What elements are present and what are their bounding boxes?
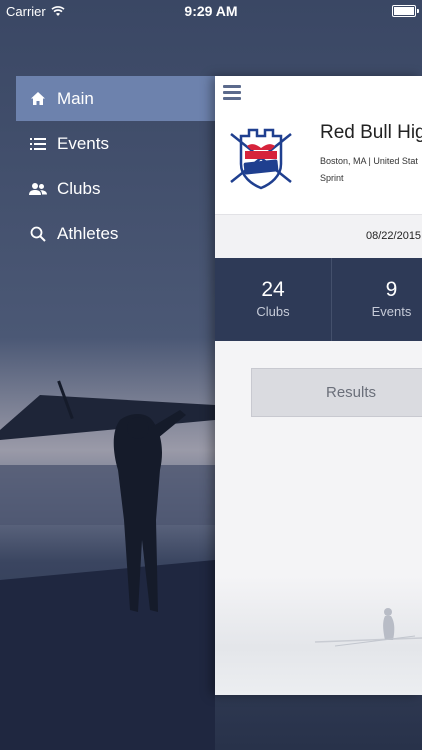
stat-value: 24 — [261, 278, 285, 301]
menu-item-athletes[interactable]: Athletes — [16, 211, 216, 256]
stat-label: Clubs — [256, 304, 290, 319]
menu-item-main[interactable]: Main — [16, 76, 216, 121]
menu-item-label: Athletes — [57, 223, 119, 243]
search-icon — [29, 225, 47, 243]
event-stats: 24 Clubs 9 Events — [215, 258, 422, 341]
event-type: Sprint — [320, 173, 344, 183]
menu-item-label: Main — [57, 88, 94, 108]
event-date: 08/22/2015 — [366, 230, 422, 242]
results-button[interactable]: Results — [251, 368, 422, 417]
people-icon — [29, 180, 47, 198]
stat-value: 9 — [385, 278, 398, 301]
event-header: Red Bull Hig Boston, MA | United Stat Sp… — [215, 76, 422, 214]
menu-item-label: Clubs — [57, 178, 101, 198]
menu-item-label: Events — [57, 133, 109, 153]
event-date-row: 08/22/2015 — [215, 214, 422, 258]
clock: 9:29 AM — [184, 3, 238, 19]
event-detail-panel: Red Bull Hig Boston, MA | United Stat Sp… — [215, 76, 422, 695]
event-title: Red Bull Hig — [320, 122, 422, 143]
side-menu: Main Events Clubs Athletes — [16, 76, 216, 256]
stat-events[interactable]: 9 Events — [333, 258, 422, 341]
menu-item-events[interactable]: Events — [16, 121, 216, 166]
hamburger-menu-icon[interactable] — [223, 85, 241, 101]
status-bar: Carrier 9:29 AM — [0, 0, 422, 22]
stat-clubs[interactable]: 24 Clubs — [215, 258, 332, 341]
battery-icon — [392, 5, 419, 17]
home-icon — [29, 90, 47, 108]
red-bull-high-stakes-logo — [230, 128, 292, 190]
list-icon — [29, 135, 47, 153]
menu-item-clubs[interactable]: Clubs — [16, 166, 216, 211]
event-location: Boston, MA | United Stat — [320, 156, 418, 166]
rower-watermark-image — [215, 576, 422, 695]
stat-label: Events — [371, 304, 412, 319]
